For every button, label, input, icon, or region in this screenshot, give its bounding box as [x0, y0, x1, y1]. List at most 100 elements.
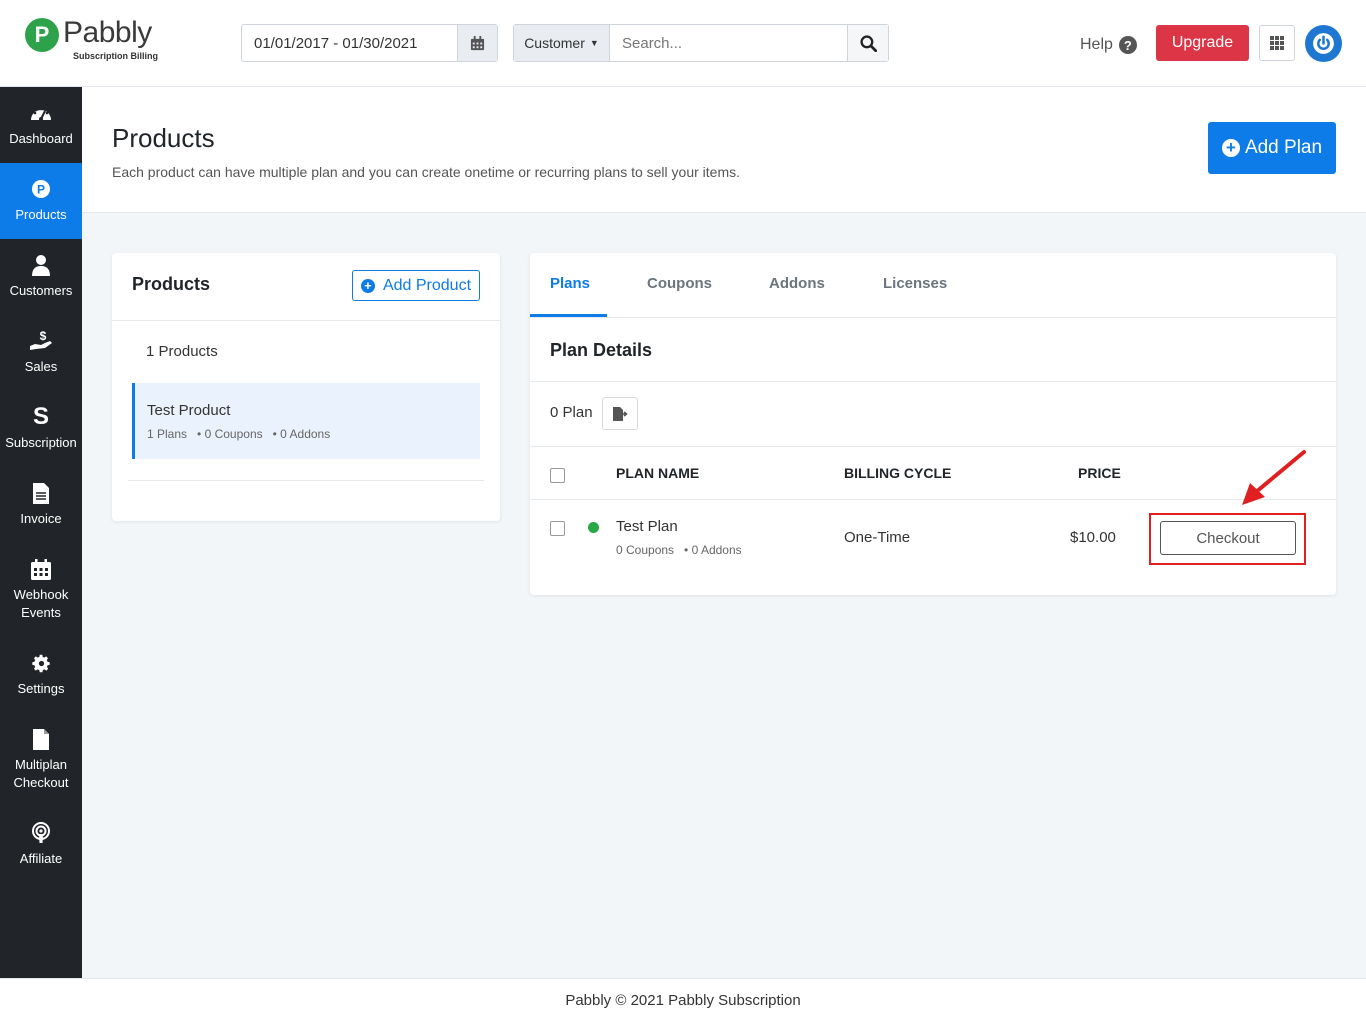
account-menu-button[interactable]: [1305, 25, 1342, 62]
sidebar-item-settings[interactable]: Settings: [0, 637, 82, 713]
date-range-input[interactable]: [242, 25, 458, 61]
search-scope-label: Customer: [524, 35, 585, 51]
affiliate-icon: [30, 822, 52, 844]
tab-addons[interactable]: Addons: [769, 275, 825, 292]
search-input[interactable]: [610, 25, 847, 61]
active-tab-indicator: [530, 314, 607, 317]
sidebar-item-label: Invoice: [20, 511, 62, 526]
product-name: Test Product: [147, 402, 231, 419]
logo-name: Pabbly: [63, 16, 152, 49]
gear-icon: [31, 652, 52, 674]
column-price: PRICE: [1078, 465, 1121, 481]
sidebar-item-label: Subscription: [5, 435, 77, 450]
pabbly-logo[interactable]: P Pabbly Subscription Billing: [25, 18, 158, 61]
status-dot: [588, 522, 599, 533]
divider: [128, 480, 484, 481]
plan-billing-cycle: One-Time: [844, 529, 911, 546]
plans-tabs: Plans Coupons Addons Licenses: [530, 253, 1336, 318]
page-header: Products Each product can have multiple …: [82, 87, 1366, 213]
add-plan-label: Add Plan: [1244, 137, 1323, 158]
sales-icon: $: [29, 330, 53, 352]
add-product-button[interactable]: + Add Product: [352, 270, 480, 301]
apps-grid-button[interactable]: [1259, 25, 1295, 61]
sidebar-item-products[interactable]: P Products: [0, 163, 82, 239]
date-range-picker[interactable]: [241, 24, 498, 62]
plan-details-title: Plan Details: [550, 340, 653, 360]
power-icon: [1313, 33, 1334, 54]
page-description: Each product can have multiple plan and …: [112, 164, 741, 180]
svg-text:P: P: [37, 183, 45, 197]
plan-coupons: 0 Coupons: [616, 543, 675, 557]
plus-circle-icon: +: [1221, 139, 1240, 157]
sidebar-item-dashboard[interactable]: Dashboard: [0, 87, 82, 163]
plan-name[interactable]: Test Plan: [616, 518, 678, 535]
column-plan-name: PLAN NAME: [616, 465, 700, 481]
row-checkbox[interactable]: [550, 521, 565, 536]
top-header: P Pabbly Subscription Billing Customer ▼…: [0, 0, 1366, 87]
help-link[interactable]: Help ?: [1080, 36, 1137, 54]
calendar-icon[interactable]: [457, 25, 497, 61]
column-billing-cycle: BILLING CYCLE: [844, 465, 952, 481]
search-scope-dropdown[interactable]: Customer ▼: [514, 25, 610, 61]
sidebar-item-affiliate[interactable]: Affiliate: [0, 807, 82, 883]
plan-meta: 0 Coupons • 0 Addons: [616, 543, 742, 557]
help-label: Help: [1080, 36, 1113, 53]
product-list-item[interactable]: Test Product 1 Plans • 0 Coupons • 0 Add…: [132, 383, 480, 459]
upgrade-button[interactable]: Upgrade: [1156, 25, 1249, 61]
products-icon: P: [31, 178, 51, 200]
sidebar-item-webhook-events[interactable]: Webhook Events: [0, 543, 82, 637]
sidebar-item-invoice[interactable]: Invoice: [0, 467, 82, 543]
file-icon: [33, 728, 49, 750]
plan-price: $10.00: [1070, 529, 1116, 546]
tab-licenses[interactable]: Licenses: [883, 275, 947, 292]
product-coupons: 0 Coupons: [204, 427, 263, 441]
svg-text:$: $: [40, 330, 47, 343]
customers-icon: [32, 254, 50, 276]
annotation-arrow-icon: [1242, 450, 1306, 505]
tab-coupons[interactable]: Coupons: [647, 275, 712, 292]
sidebar: Dashboard P Products Customers $ Sales S…: [0, 87, 82, 978]
divider: [530, 381, 1336, 382]
subscription-icon: S: [32, 403, 49, 430]
search-icon: [859, 34, 877, 52]
product-addons: 0 Addons: [280, 427, 331, 441]
search-group: Customer ▼: [513, 24, 889, 62]
sidebar-item-sales[interactable]: $ Sales: [0, 315, 82, 391]
products-panel: Products + Add Product 1 Products Test P…: [112, 253, 500, 521]
plan-count: 0 Plan: [550, 404, 593, 421]
divider: [530, 446, 1336, 447]
tab-plans[interactable]: Plans: [550, 275, 590, 292]
sidebar-item-label: Sales: [24, 359, 58, 374]
footer-text: Pabbly © 2021 Pabbly Subscription: [565, 991, 801, 1009]
sidebar-item-customers[interactable]: Customers: [0, 239, 82, 315]
search-button[interactable]: [847, 25, 888, 61]
products-panel-header: Products + Add Product: [112, 253, 500, 321]
sidebar-item-multiplan-checkout[interactable]: Multiplan Checkout: [0, 713, 82, 807]
sidebar-item-label: Webhook Events: [13, 587, 69, 620]
export-button[interactable]: [602, 397, 638, 430]
sidebar-item-label: Settings: [17, 681, 65, 696]
caret-down-icon: ▼: [589, 38, 599, 48]
grid-icon: [1270, 36, 1284, 50]
sidebar-item-label: Affiliate: [19, 851, 63, 866]
sidebar-item-subscription[interactable]: S Subscription: [0, 391, 82, 467]
plus-circle-icon: +: [360, 278, 375, 293]
plan-addons: 0 Addons: [691, 543, 742, 557]
logo-subtitle: Subscription Billing: [73, 51, 158, 61]
products-panel-title: Products: [132, 274, 211, 294]
sidebar-item-label: Multiplan Checkout: [13, 757, 69, 790]
invoice-icon: [33, 482, 49, 504]
select-all-checkbox[interactable]: [550, 468, 565, 483]
product-plans: 1 Plans: [147, 427, 188, 441]
footer: Pabbly © 2021 Pabbly Subscription: [0, 978, 1366, 1021]
webhook-icon: [31, 558, 51, 580]
sidebar-item-label: Dashboard: [9, 131, 73, 146]
products-count: 1 Products: [146, 343, 218, 360]
logo-text: Pabbly Subscription Billing: [63, 16, 158, 62]
question-icon: ?: [1118, 36, 1137, 54]
export-icon: [612, 406, 628, 421]
checkout-button[interactable]: Checkout: [1160, 521, 1296, 555]
plans-panel: Plans Coupons Addons Licenses Plan Detai…: [530, 253, 1336, 595]
sidebar-item-label: Customers: [9, 283, 73, 298]
add-plan-button[interactable]: + Add Plan: [1208, 122, 1336, 174]
